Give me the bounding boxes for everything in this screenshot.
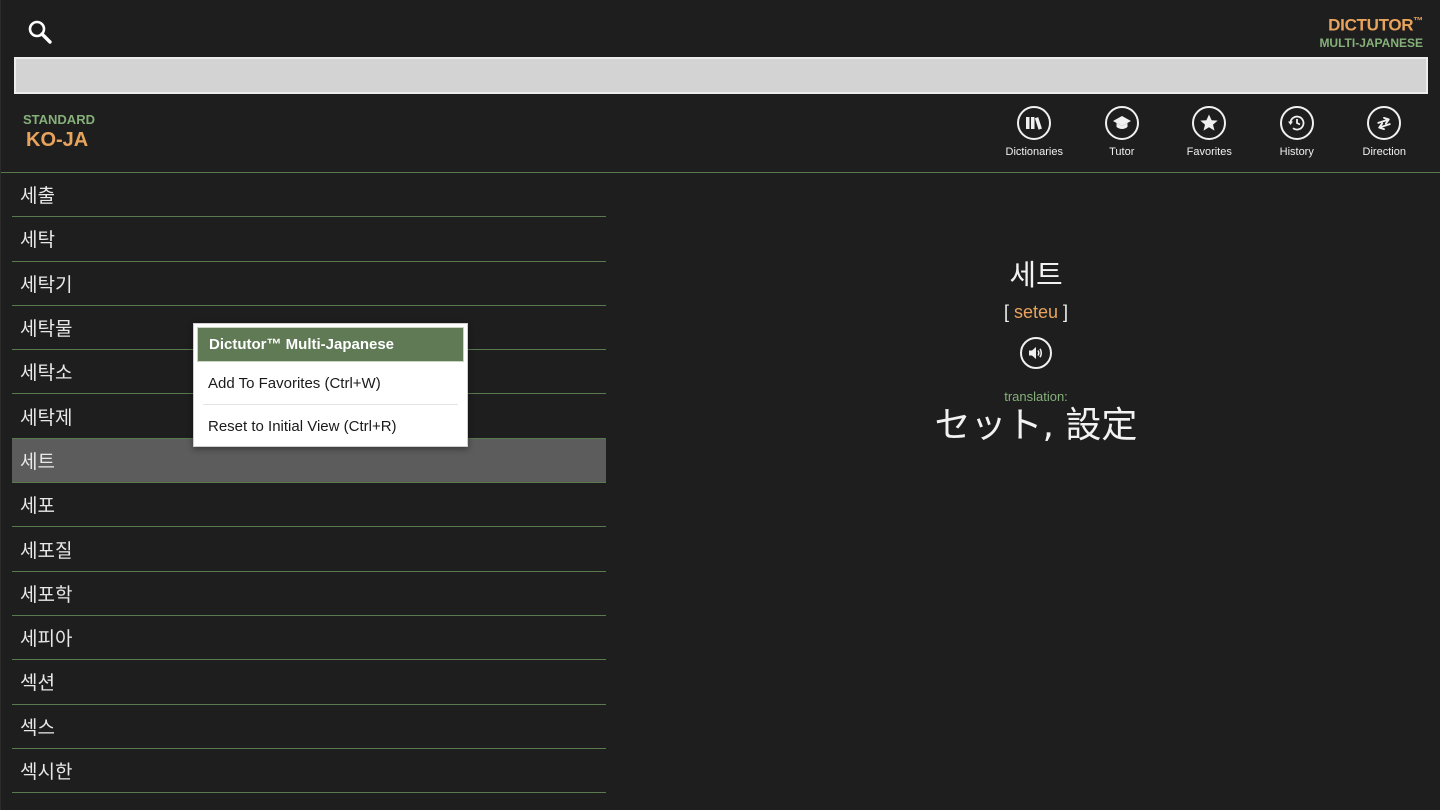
word-list-item[interactable]: 섹시한	[12, 749, 606, 794]
dictionaries-label: Dictionaries	[1005, 146, 1063, 158]
mode-label: STANDARD	[23, 112, 95, 127]
toolbar: Dictionaries Tutor Favorites History Dir…	[991, 106, 1429, 164]
graduation-cap-icon	[1104, 106, 1139, 140]
search-button[interactable]	[25, 18, 55, 48]
favorites-button[interactable]: Favorites	[1166, 106, 1254, 164]
star-icon	[1192, 106, 1227, 140]
history-clock-icon	[1279, 106, 1314, 140]
brand-subtitle: MULTI-JAPANESE	[1319, 35, 1423, 50]
pronunciation: [ seteu ]	[1003, 302, 1069, 322]
brand-name: DICTUTOR™	[1328, 15, 1423, 35]
brand-logo: DICTUTOR™ MULTI-JAPANESE	[1319, 12, 1423, 50]
context-menu: Dictutor™ Multi-Japanese Add To Favorite…	[193, 323, 468, 447]
history-button[interactable]: History	[1253, 106, 1341, 164]
play-audio-button[interactable]	[1020, 337, 1052, 369]
context-menu-title: Dictutor™ Multi-Japanese	[197, 327, 464, 362]
reset-view-menu-item[interactable]: Reset to Initial View (Ctrl+R)	[197, 405, 464, 447]
pronunciation-text: seteu	[1013, 302, 1059, 322]
word-list-item[interactable]: 섹션	[12, 660, 606, 705]
speaker-icon	[1029, 347, 1043, 359]
books-icon	[1017, 106, 1052, 140]
word-list-item[interactable]: 세피아	[12, 616, 606, 661]
tutor-label: Tutor	[1109, 146, 1135, 158]
word-list-item[interactable]: 섹스	[12, 705, 606, 749]
top-bar: DICTUTOR™ MULTI-JAPANESE	[1, 0, 1440, 57]
swap-arrows-icon	[1367, 106, 1402, 140]
direction-label: Direction	[1362, 146, 1406, 158]
dictionaries-button[interactable]: Dictionaries	[991, 106, 1079, 164]
word-list-item[interactable]: 세탁기	[12, 262, 606, 306]
word-list-item[interactable]: 세포질	[12, 527, 606, 572]
dictionary-mode: STANDARD KO-JA	[23, 112, 95, 153]
word-list: 세출 세탁 세탁기 세탁물 세탁소 세탁제 세트 세포 세포질 세포학 세피아 …	[12, 173, 606, 794]
search-icon	[28, 20, 52, 44]
word-list-item[interactable]: 세포학	[12, 572, 606, 616]
mode-value: KO-JA	[26, 129, 89, 151]
entry-detail: 세트 [ seteu ] translation: セット, 設定	[831, 250, 1241, 448]
tutor-button[interactable]: Tutor	[1078, 106, 1166, 164]
search-input[interactable]	[14, 57, 1428, 94]
favorites-label: Favorites	[1186, 146, 1232, 158]
history-label: History	[1279, 146, 1314, 158]
app-window: DICTUTOR™ MULTI-JAPANESE STANDARD KO-JA …	[0, 0, 1440, 810]
translation-text: セット, 設定	[934, 405, 1138, 446]
headword: 세트	[1009, 258, 1063, 292]
add-to-favorites-menu-item[interactable]: Add To Favorites (Ctrl+W)	[197, 362, 464, 404]
translation-label: translation:	[1004, 389, 1068, 404]
word-list-item[interactable]: 세포	[12, 483, 606, 528]
direction-button[interactable]: Direction	[1341, 106, 1429, 164]
word-list-item[interactable]: 세출	[12, 173, 606, 218]
word-list-item[interactable]: 세탁	[12, 217, 606, 262]
